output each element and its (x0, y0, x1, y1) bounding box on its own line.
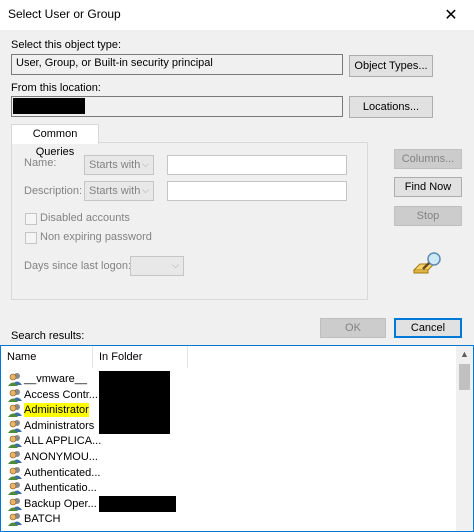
redacted-folder (99, 371, 170, 387)
search-results-label: Search results: (11, 330, 85, 342)
result-name: Backup Oper... (24, 497, 97, 510)
ok-button[interactable]: OK (320, 318, 386, 338)
users-icon (8, 373, 22, 386)
chevron-down-icon: ⌵ (142, 159, 149, 169)
users-icon (8, 482, 22, 496)
column-header-in-folder[interactable]: In Folder (93, 346, 188, 368)
users-icon (8, 435, 22, 449)
users-icon (8, 466, 22, 480)
search-glass-icon (412, 252, 441, 274)
location-field (11, 96, 343, 117)
find-now-button[interactable]: Find Now (394, 177, 462, 197)
object-types-button[interactable]: Object Types... (349, 55, 433, 77)
table-row[interactable]: Administrator (1, 402, 456, 419)
table-row[interactable]: Authenticated... (1, 465, 456, 481)
table-row[interactable]: ALL APPLICA... (1, 433, 456, 449)
redacted-folder (99, 386, 170, 403)
object-type-field: User, Group, or Built-in security princi… (11, 54, 343, 75)
chevron-down-icon: ⌵ (142, 185, 149, 195)
result-name: Administrator (24, 403, 89, 418)
days-since-logon-label: Days since last logon: (24, 260, 131, 272)
table-row[interactable]: Administrators (1, 417, 456, 434)
non-expiring-password-checkbox[interactable] (25, 232, 37, 244)
non-expiring-password-label: Non expiring password (40, 231, 152, 243)
columns-button[interactable]: Columns... (394, 149, 462, 169)
title-bar: Select User or Group ✕ (0, 0, 474, 30)
users-icon (8, 388, 22, 402)
table-row[interactable]: Authenticatio... (1, 480, 456, 496)
chevron-down-icon: ⌵ (172, 260, 179, 270)
redacted-location (13, 98, 85, 114)
window-title: Select User or Group (8, 7, 121, 21)
vertical-scrollbar[interactable]: ▲ (456, 346, 473, 531)
name-mode-select[interactable]: Starts with ⌵ (84, 155, 154, 175)
table-row[interactable]: Access Contr... (1, 386, 456, 403)
result-name: __vmware__ (24, 373, 87, 385)
scroll-up-icon[interactable]: ▲ (456, 346, 473, 363)
users-icon (8, 513, 22, 527)
tab-common-queries[interactable]: Common Queries (11, 124, 99, 158)
redacted-folder (99, 417, 170, 434)
disabled-accounts-label: Disabled accounts (40, 212, 130, 224)
table-row[interactable]: ANONYMOU... (1, 449, 456, 465)
users-icon (8, 404, 22, 418)
users-icon (8, 451, 22, 464)
locations-button[interactable]: Locations... (349, 96, 433, 118)
description-label: Description: (24, 185, 83, 197)
users-icon (8, 497, 22, 511)
cancel-button[interactable]: Cancel (394, 318, 462, 338)
result-name: ANONYMOU... (24, 451, 98, 463)
description-mode-select[interactable]: Starts with ⌵ (84, 181, 154, 201)
location-label: From this location: (11, 82, 101, 94)
users-icon (8, 419, 22, 433)
disabled-accounts-checkbox[interactable] (25, 213, 37, 225)
stop-button[interactable]: Stop (394, 206, 462, 226)
search-results-list[interactable]: Name In Folder __vmware__ Access Contr...… (0, 345, 474, 532)
common-queries-panel: Name: Starts with ⌵ Description: Starts … (11, 142, 368, 300)
table-row[interactable]: Backup Oper... (1, 495, 456, 512)
name-mode-value: Starts with (89, 159, 141, 171)
table-row[interactable]: BATCH (1, 511, 456, 527)
redacted-folder (99, 402, 170, 419)
name-input[interactable] (167, 155, 347, 175)
scroll-thumb[interactable] (459, 364, 470, 390)
redacted-folder (99, 495, 176, 512)
description-mode-value: Starts with (89, 185, 141, 197)
result-name: Authenticatio... (24, 482, 97, 495)
close-icon[interactable]: ✕ (428, 0, 474, 30)
result-name: Access Contr... (24, 388, 98, 401)
description-input[interactable] (167, 181, 347, 201)
result-name: ALL APPLICA... (24, 435, 102, 448)
days-since-logon-select[interactable]: ⌵ (130, 256, 184, 276)
result-name: BATCH (24, 513, 61, 526)
result-name: Authenticated... (24, 466, 101, 479)
column-header-name[interactable]: Name (1, 346, 93, 368)
table-row[interactable]: __vmware__ (1, 371, 456, 387)
result-name: Administrators (24, 419, 95, 432)
object-type-label: Select this object type: (11, 39, 122, 51)
